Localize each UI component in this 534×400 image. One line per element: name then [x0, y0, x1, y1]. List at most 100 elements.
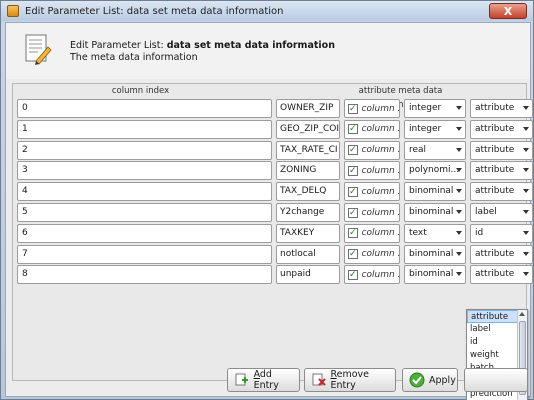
table-row: 2TAX_RATE_CI✓column ...realattribute: [13, 140, 533, 161]
checkbox-icon[interactable]: ✓: [348, 269, 358, 280]
role-select[interactable]: attribute: [470, 244, 533, 264]
parameter-table: column index attribute meta data informa…: [12, 83, 533, 381]
chevron-down-icon: [456, 147, 462, 152]
cancel-button[interactable]: [464, 368, 528, 392]
chevron-down-icon: [456, 272, 462, 277]
value-type-select[interactable]: binominal: [404, 265, 466, 285]
role-select[interactable]: attribute: [470, 161, 533, 181]
column-index-field[interactable]: 1: [17, 119, 272, 139]
value-type-select[interactable]: real: [404, 140, 466, 160]
apply-button[interactable]: Apply: [402, 368, 458, 392]
chevron-down-icon: [523, 210, 529, 214]
role-select[interactable]: attribute: [470, 99, 533, 118]
window-title: Edit Parameter List: data set meta data …: [25, 5, 284, 17]
value-type-value: integer: [409, 123, 442, 134]
column-checkbox[interactable]: ✓column ...: [344, 161, 400, 181]
scroll-up-icon[interactable]: [519, 312, 525, 316]
column-index-field[interactable]: 6: [17, 223, 272, 243]
column-index-field[interactable]: 0: [17, 99, 272, 118]
chevron-down-icon: [456, 210, 462, 214]
column-name-field[interactable]: Y2change: [276, 203, 340, 222]
column-checkbox[interactable]: ✓column ...: [344, 182, 400, 202]
chevron-down-icon: [523, 147, 529, 152]
column-name-field[interactable]: TAX_DELQ: [276, 182, 340, 202]
column-index-field[interactable]: 2: [17, 140, 272, 160]
close-button[interactable]: X: [489, 3, 527, 19]
chevron-down-icon: [523, 168, 529, 173]
value-type-select[interactable]: polynomi...: [404, 161, 466, 181]
column-checkbox[interactable]: ✓column ...: [344, 244, 400, 264]
chevron-down-icon: [456, 251, 462, 256]
role-select[interactable]: id: [470, 223, 533, 243]
column-name-field[interactable]: TAX_RATE_CI: [276, 140, 340, 160]
checkbox-icon[interactable]: ✓: [348, 145, 358, 156]
checkbox-icon[interactable]: ✓: [348, 228, 358, 239]
dialog-header: Edit Parameter List: data set meta data …: [6, 23, 530, 79]
column-checkbox[interactable]: ✓column ...: [344, 140, 400, 160]
column-index-field[interactable]: 8: [17, 265, 272, 285]
column-name-field[interactable]: GEO_ZIP_COI: [276, 119, 340, 139]
column-name-field[interactable]: unpaid: [276, 265, 340, 285]
checkbox-label: column ...: [361, 165, 399, 176]
column-index-header: column index: [111, 86, 170, 96]
role-value: attribute: [475, 165, 515, 176]
checkbox-icon[interactable]: ✓: [348, 186, 358, 197]
value-type-value: polynomi...: [409, 165, 460, 176]
column-index-field[interactable]: 3: [17, 161, 272, 181]
role-select[interactable]: label: [470, 203, 533, 222]
checkbox-icon[interactable]: ✓: [348, 207, 358, 218]
role-value: attribute: [475, 144, 515, 155]
column-name-field[interactable]: OWNER_ZIP: [276, 99, 340, 118]
checkbox-icon[interactable]: ✓: [348, 124, 358, 135]
header-subtitle: The meta data information: [70, 52, 198, 63]
add-entry-label: Add Entry: [253, 369, 279, 391]
checkbox-label: column ...: [361, 228, 399, 239]
column-name-field[interactable]: notlocal: [276, 244, 340, 264]
value-type-select[interactable]: integer: [404, 119, 466, 139]
table-row: 6TAXKEY✓column ...textid: [13, 223, 533, 244]
column-index-field[interactable]: 4: [17, 182, 272, 202]
value-type-select[interactable]: binominal: [404, 244, 466, 264]
header-title: Edit Parameter List: data set meta data …: [70, 40, 335, 51]
column-name-field[interactable]: TAXKEY: [276, 223, 340, 243]
role-select[interactable]: attribute: [470, 182, 533, 202]
role-select[interactable]: attribute: [470, 265, 533, 285]
column-checkbox[interactable]: ✓column ...: [344, 203, 400, 222]
checkbox-icon[interactable]: ✓: [348, 165, 358, 176]
remove-entry-button[interactable]: Remove Entry: [304, 368, 396, 392]
value-type-select[interactable]: binominal: [404, 203, 466, 222]
add-entry-icon: [234, 372, 250, 388]
checkbox-label: column ...: [361, 103, 399, 114]
column-checkbox[interactable]: ✓column ...: [344, 223, 400, 243]
remove-entry-icon: [311, 372, 326, 388]
chevron-down-icon: [456, 106, 462, 110]
app-icon: [7, 5, 19, 17]
apply-label: Apply: [429, 374, 456, 386]
chevron-down-icon: [523, 230, 529, 235]
table-row: 3ZONING✓column ...polynomi...attribute: [13, 160, 533, 181]
edit-document-icon: [25, 34, 52, 65]
column-checkbox[interactable]: ✓column ...: [344, 119, 400, 139]
add-entry-button[interactable]: Add Entry: [227, 368, 300, 392]
role-value: attribute: [475, 269, 515, 280]
value-type-select[interactable]: binominal: [404, 182, 466, 202]
role-select[interactable]: attribute: [470, 140, 533, 160]
chevron-down-icon: [523, 272, 529, 277]
header-title-prefix: Edit Parameter List:: [70, 40, 167, 51]
checkbox-label: column ...: [361, 186, 399, 197]
column-checkbox[interactable]: ✓column ...: [344, 265, 400, 285]
chevron-down-icon: [456, 189, 462, 194]
checkbox-icon[interactable]: ✓: [348, 103, 358, 114]
value-type-select[interactable]: integer: [404, 99, 466, 118]
checkbox-icon[interactable]: ✓: [348, 249, 358, 260]
column-index-field[interactable]: 5: [17, 203, 272, 222]
role-select[interactable]: attribute: [470, 119, 533, 139]
value-type-select[interactable]: text: [404, 223, 466, 243]
column-name-field[interactable]: ZONING: [276, 161, 340, 181]
table-row: 7notlocal✓column ...binominalattribute: [13, 244, 533, 265]
title-bar[interactable]: Edit Parameter List: data set meta data …: [1, 1, 533, 21]
role-value: attribute: [475, 103, 515, 113]
column-checkbox[interactable]: ✓column ...: [344, 99, 400, 118]
checkbox-label: column ...: [361, 145, 399, 156]
column-index-field[interactable]: 7: [17, 244, 272, 264]
